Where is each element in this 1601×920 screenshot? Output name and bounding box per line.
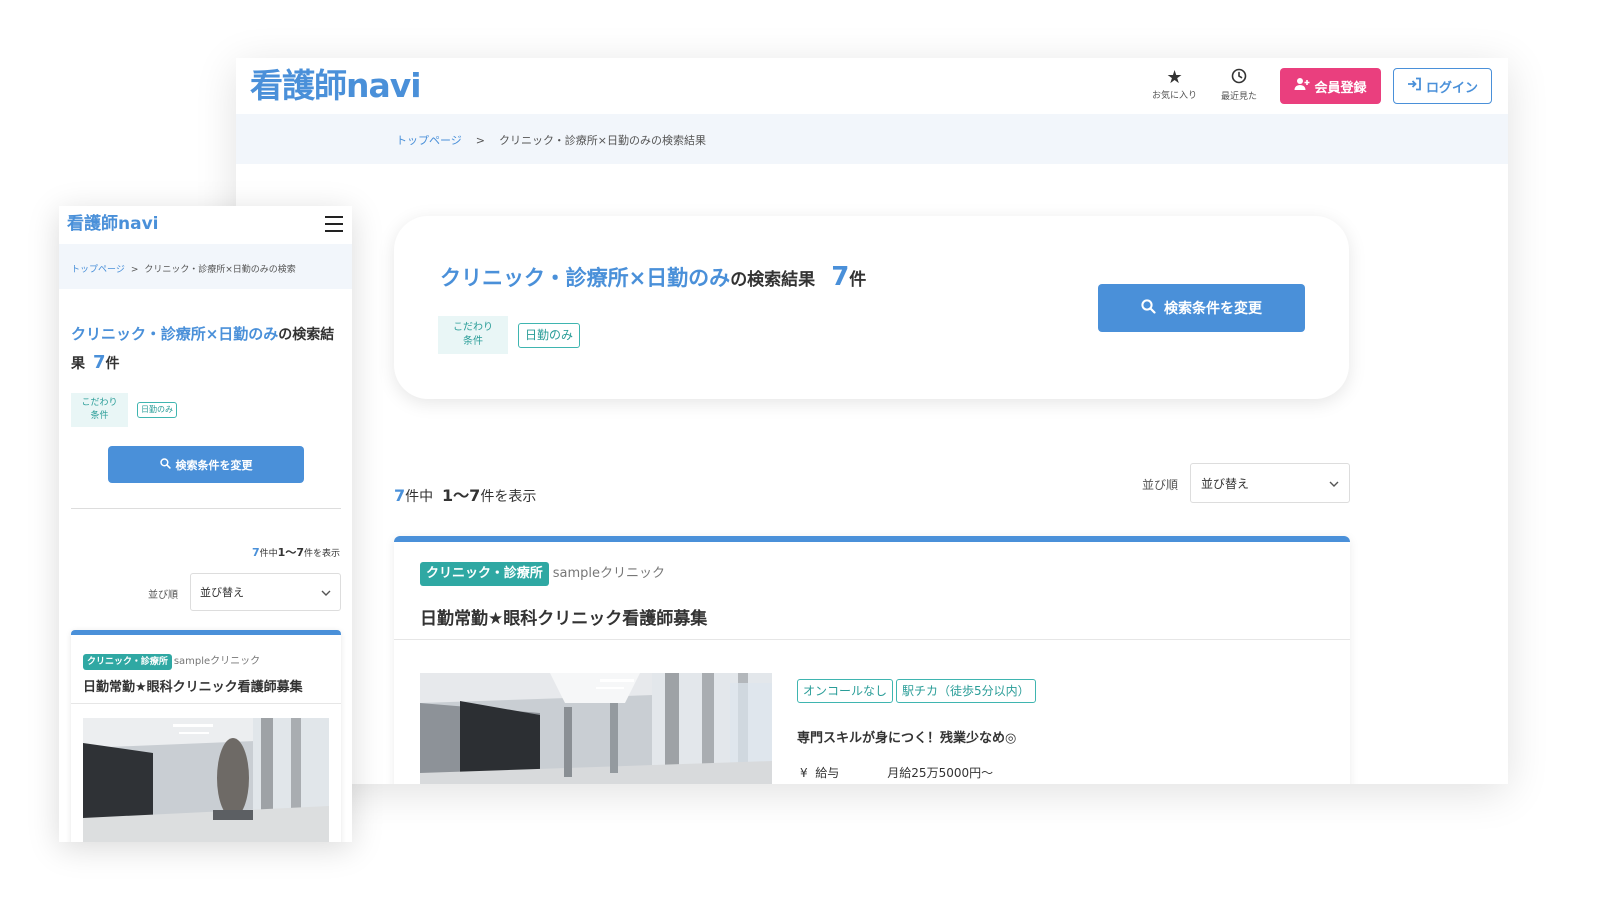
clock-icon xyxy=(1221,68,1257,89)
breadcrumb-separator: > xyxy=(130,265,139,275)
search-summary-card: クリニック・診療所×日勤のみの検索結果 7件 こだわり 条件 日勤のみ 検索条件を… xyxy=(394,216,1349,399)
favorites-link[interactable]: ★ お気に入り xyxy=(1152,68,1197,102)
result-count-line: 7件中 1〜7件を表示 xyxy=(394,486,537,505)
preference-label: こだわり 条件 xyxy=(438,316,508,354)
yen-icon: ¥ xyxy=(800,766,808,780)
chevron-down-icon xyxy=(1329,476,1339,490)
condition-tag: 日勤のみ xyxy=(137,402,177,418)
site-logo[interactable]: 看護師navi xyxy=(250,66,422,106)
job-photo xyxy=(83,718,329,842)
register-button[interactable]: 会員登録 xyxy=(1280,68,1381,104)
site-logo[interactable]: 看護師navi xyxy=(67,212,158,236)
job-card-header: クリニック・診療所 sampleクリニック xyxy=(83,649,260,670)
sign-in-icon xyxy=(1407,77,1422,95)
divider xyxy=(394,639,1350,640)
breadcrumb: トップページ > クリニック・診療所×日勤のみの検索結果 xyxy=(396,132,706,148)
mobile-window: 看護師navi トップページ > クリニック・診療所×日勤のみの検索 クリニック・診… xyxy=(59,206,352,842)
job-tag: 駅チカ（徒歩5分以内） xyxy=(896,679,1036,703)
salary-row: ¥ 給与 月給25万5000円〜 xyxy=(800,766,994,780)
preference-label: こだわり 条件 xyxy=(71,393,128,427)
desktop-window: 看護師navi ★ お気に入り 最近見た 会員登録 ログイン トップページ > … xyxy=(236,58,1508,784)
breadcrumb-home-link[interactable]: トップページ xyxy=(71,265,125,275)
job-card-header: クリニック・診療所 sampleクリニック xyxy=(420,562,665,586)
breadcrumb-current: クリニック・診療所×日勤のみの検索結果 xyxy=(499,134,706,147)
search-icon xyxy=(159,457,171,472)
star-icon: ★ xyxy=(1166,67,1183,88)
change-search-button[interactable]: 検索条件を変更 xyxy=(108,446,304,483)
job-title[interactable]: 日勤常勤★眼科クリニック看護師募集 xyxy=(420,604,707,629)
change-search-button[interactable]: 検索条件を変更 xyxy=(1098,284,1305,332)
sort-select[interactable]: 並び替え xyxy=(190,573,341,611)
clinic-name: sampleクリニック xyxy=(173,656,261,667)
recent-link[interactable]: 最近見た xyxy=(1221,68,1257,103)
sort-select[interactable]: 並び替え xyxy=(1190,463,1350,503)
breadcrumb-bar: トップページ > クリニック・診療所×日勤のみの検索 xyxy=(59,244,352,289)
divider xyxy=(71,508,341,509)
sort-label: 並び順 xyxy=(148,590,178,601)
job-photo xyxy=(420,673,772,784)
result-count-line: 7件中1〜7件を表示 xyxy=(252,546,340,559)
mobile-header: 看護師navi xyxy=(59,206,352,244)
job-tags: オンコールなし 駅チカ（徒歩5分以内） xyxy=(797,679,1039,703)
job-card[interactable]: クリニック・診療所 sampleクリニック 日勤常勤★眼科クリニック看護師募集 xyxy=(71,630,341,842)
breadcrumb-separator: > xyxy=(475,134,485,147)
result-count: 7 xyxy=(831,262,850,292)
sort-label: 並び順 xyxy=(1142,478,1179,492)
breadcrumb: トップページ > クリニック・診療所×日勤のみの検索 xyxy=(71,262,296,275)
result-count: 7 xyxy=(93,352,106,373)
search-result-title: クリニック・診療所×日勤のみの検索結果 7件 xyxy=(71,325,335,373)
hamburger-menu-icon[interactable] xyxy=(325,216,343,232)
job-card[interactable]: クリニック・診療所 sampleクリニック 日勤常勤★眼科クリニック看護師募集 xyxy=(394,536,1350,784)
divider xyxy=(71,703,341,704)
job-tag: オンコールなし xyxy=(797,679,894,703)
job-title[interactable]: 日勤常勤★眼科クリニック看護師募集 xyxy=(83,676,303,695)
chevron-down-icon xyxy=(321,586,331,599)
login-button[interactable]: ログイン xyxy=(1393,68,1492,104)
clinic-name: sampleクリニック xyxy=(552,566,666,581)
breadcrumb-bar: トップページ > クリニック・診療所×日勤のみの検索結果 xyxy=(236,114,1508,164)
breadcrumb-home-link[interactable]: トップページ xyxy=(396,134,462,147)
search-result-title: クリニック・診療所×日勤のみの検索結果 7件 xyxy=(440,262,867,292)
search-icon xyxy=(1141,298,1156,318)
category-badge: クリニック・診療所 xyxy=(83,654,172,670)
site-header: 看護師navi ★ お気に入り 最近見た 会員登録 ログイン xyxy=(236,58,1508,114)
user-plus-icon xyxy=(1294,77,1310,95)
job-catchphrase: 専門スキルが身につく！残業少なめ◎ xyxy=(797,731,1017,746)
breadcrumb-current: クリニック・診療所×日勤のみの検索 xyxy=(144,265,296,275)
category-badge: クリニック・診療所 xyxy=(420,562,549,586)
condition-tag: 日勤のみ xyxy=(518,323,581,348)
